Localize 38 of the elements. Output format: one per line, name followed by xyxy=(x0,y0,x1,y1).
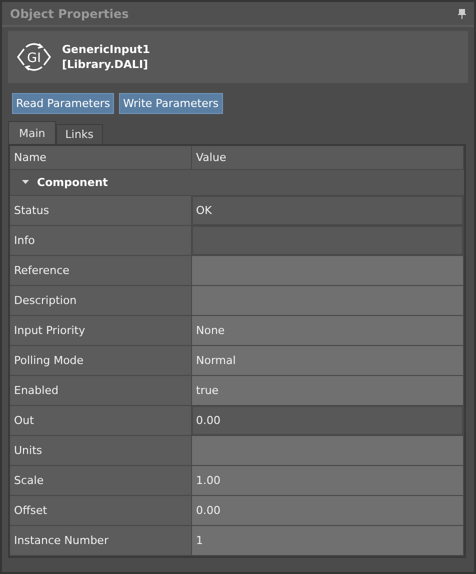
property-name: Scale xyxy=(10,466,192,495)
property-value[interactable]: 1 xyxy=(192,526,464,555)
property-value[interactable]: 1.00 xyxy=(192,466,464,495)
collapse-icon[interactable] xyxy=(22,180,29,185)
icon-letters: GI xyxy=(27,50,41,66)
property-value[interactable]: OK xyxy=(192,196,464,225)
tab[interactable]: Main xyxy=(8,120,56,144)
property-value[interactable]: 0.00 xyxy=(192,406,464,435)
property-name: Description xyxy=(10,286,192,315)
property-name: Enabled xyxy=(10,376,192,405)
property-name: Offset xyxy=(10,496,192,525)
cycle-brackets-icon xyxy=(17,43,51,71)
property-name: Reference xyxy=(10,256,192,285)
property-name: Units xyxy=(10,436,192,465)
property-value[interactable]: 0.00 xyxy=(192,496,464,525)
parameters-button[interactable]: Write Parameters xyxy=(119,92,223,114)
category-label: Component xyxy=(37,176,108,189)
property-name: Status xyxy=(10,196,192,225)
pin-icon[interactable] xyxy=(458,8,466,19)
object-library: [Library.DALI] xyxy=(62,56,150,72)
property-name: Info xyxy=(10,226,192,255)
property-name: Out xyxy=(10,406,192,435)
column-header[interactable]: Value xyxy=(192,146,464,169)
property-value[interactable]: Normal xyxy=(192,346,464,375)
property-value[interactable]: true xyxy=(192,376,464,405)
property-name: Polling Mode xyxy=(10,346,192,375)
property-value[interactable] xyxy=(192,256,464,285)
column-header[interactable]: Name xyxy=(10,146,192,169)
property-name: Input Priority xyxy=(10,316,192,345)
tab[interactable]: Links xyxy=(56,124,103,144)
property-value[interactable] xyxy=(192,436,464,465)
parameters-button[interactable]: Read Parameters xyxy=(12,92,114,114)
property-value[interactable] xyxy=(192,226,464,255)
property-value[interactable]: None xyxy=(192,316,464,345)
property-name: Instance Number xyxy=(10,526,192,555)
object-name: GenericInput1 xyxy=(62,42,150,57)
panel-title: Object Properties xyxy=(10,6,129,21)
property-value[interactable] xyxy=(192,286,464,315)
